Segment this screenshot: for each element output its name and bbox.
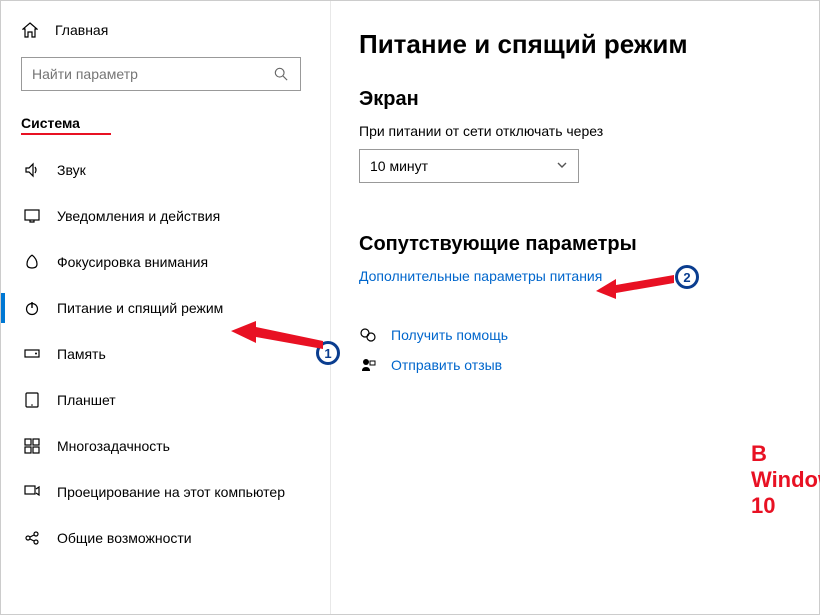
sound-icon: [23, 161, 41, 179]
sidebar-item-tablet[interactable]: Планшет: [21, 377, 330, 423]
search-input[interactable]: [32, 66, 272, 82]
shared-icon: [23, 529, 41, 547]
sidebar-item-label: Память: [57, 346, 106, 362]
sidebar-item-shared[interactable]: Общие возможности: [21, 515, 330, 561]
annotation-underline: [21, 133, 111, 135]
sidebar-item-label: Питание и спящий режим: [57, 300, 223, 316]
annotation-arrow-2: [596, 273, 676, 304]
main-content: Питание и спящий режим Экран При питании…: [331, 1, 819, 614]
multitask-icon: [23, 437, 41, 455]
sidebar-item-multitask[interactable]: Многозадачность: [21, 423, 330, 469]
dropdown-value: 10 минут: [370, 158, 428, 174]
home-nav[interactable]: Главная: [21, 21, 330, 39]
get-help-row[interactable]: Получить помощь: [359, 326, 819, 344]
storage-icon: [23, 345, 41, 363]
home-icon: [21, 21, 39, 39]
sidebar-item-project[interactable]: Проецирование на этот компьютер: [21, 469, 330, 515]
annotation-arrow-1: [231, 319, 326, 364]
notifications-icon: [23, 207, 41, 225]
sidebar-item-label: Фокусировка внимания: [57, 254, 208, 270]
sidebar-item-label: Общие возможности: [57, 530, 192, 546]
focus-icon: [23, 253, 41, 271]
additional-power-link[interactable]: Дополнительные параметры питания: [359, 268, 602, 284]
sidebar-item-sound[interactable]: Звук: [21, 147, 330, 193]
annotation-caption: В Windows 10: [751, 441, 820, 519]
power-icon: [23, 299, 41, 317]
screen-turnoff-label: При питании от сети отключать через: [359, 123, 819, 139]
sidebar-item-label: Многозадачность: [57, 438, 170, 454]
sidebar-item-notifications[interactable]: Уведомления и действия: [21, 193, 330, 239]
sidebar-item-label: Звук: [57, 162, 86, 178]
related-heading: Сопутствующие параметры: [359, 233, 819, 256]
sidebar-item-label: Планшет: [57, 392, 116, 408]
search-input-box[interactable]: [21, 57, 301, 91]
sidebar: Главная Система Звук Уведомления и дейст…: [1, 1, 331, 614]
screen-timeout-dropdown[interactable]: 10 минут: [359, 149, 579, 183]
home-label: Главная: [55, 22, 108, 38]
chevron-down-icon: [556, 158, 568, 174]
project-icon: [23, 483, 41, 501]
sidebar-item-label: Уведомления и действия: [57, 208, 220, 224]
sidebar-item-label: Проецирование на этот компьютер: [57, 484, 285, 500]
feedback-link[interactable]: Отправить отзыв: [391, 357, 502, 373]
screen-heading: Экран: [359, 88, 819, 111]
annotation-badge-2: 2: [675, 265, 699, 289]
sidebar-item-focus[interactable]: Фокусировка внимания: [21, 239, 330, 285]
category-label: Система: [21, 115, 330, 131]
help-icon: [359, 326, 377, 344]
feedback-row[interactable]: Отправить отзыв: [359, 356, 819, 374]
help-link[interactable]: Получить помощь: [391, 327, 508, 343]
tablet-icon: [23, 391, 41, 409]
page-title: Питание и спящий режим: [359, 29, 819, 60]
feedback-icon: [359, 356, 377, 374]
search-icon: [272, 65, 290, 83]
